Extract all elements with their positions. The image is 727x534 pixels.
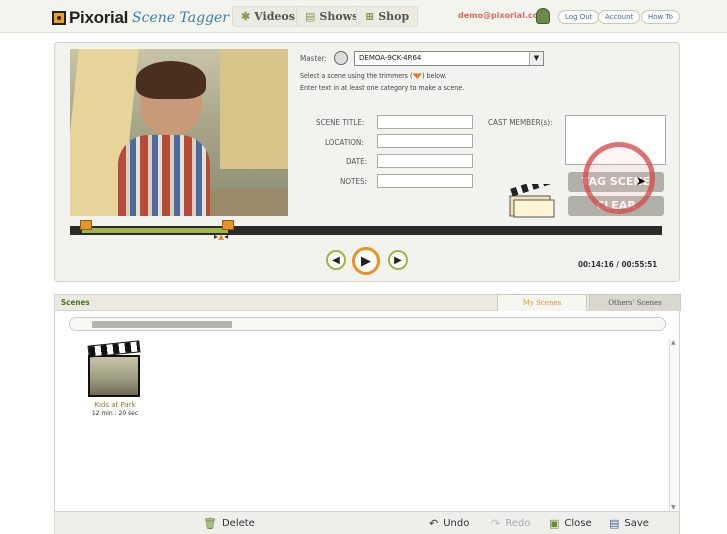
brand-name: Pixorial xyxy=(69,8,129,27)
scenes-title: Scenes xyxy=(61,298,90,307)
date-label: DATE: xyxy=(346,157,368,166)
scrollbar-thumb[interactable] xyxy=(92,321,232,328)
tab-others-scenes[interactable]: Others' Scenes xyxy=(589,294,681,311)
pixorial-logo[interactable]: Pixorial Scene Tagger xyxy=(52,8,229,28)
scene-title-field[interactable] xyxy=(377,115,473,129)
instruction-text: Select a scene using the trimmers (◥◤) b… xyxy=(300,72,447,80)
mouse-cursor-icon: ➤ xyxy=(636,174,647,188)
save-button[interactable]: ▤ Save xyxy=(609,516,649,530)
notes-field[interactable] xyxy=(377,174,473,188)
instruction-text-2: Enter text in at least one category to m… xyxy=(300,84,465,92)
nav-tab-shop[interactable]: ⊞ Shop xyxy=(356,6,419,27)
play-icon: ▶ xyxy=(361,253,371,269)
tab-my-scenes[interactable]: My Scenes xyxy=(497,294,587,311)
scene-thumbnail[interactable] xyxy=(87,340,141,397)
cart-icon: ⊞ xyxy=(365,10,375,23)
cast-members-label: CAST MEMBER(s): xyxy=(488,118,553,127)
save-icon: ▤ xyxy=(609,516,620,530)
master-label: Master: xyxy=(300,54,327,63)
scenes-toolbar: 🗑 Delete ↶ Undo ↷ Redo ▣ Close ▤ Save xyxy=(55,511,679,534)
redo-icon: ↷ xyxy=(491,516,501,530)
undo-icon: ↶ xyxy=(429,516,439,530)
trim-start-handle[interactable] xyxy=(80,220,92,230)
close-document-icon: ▣ xyxy=(549,516,560,530)
close-button[interactable]: ▣ Close xyxy=(549,516,592,530)
scroll-down-icon[interactable]: ▼ xyxy=(671,504,676,511)
scene-name: Kids at Park xyxy=(94,401,136,409)
playhead-marker[interactable]: ▸▲◂ xyxy=(214,232,238,242)
undo-button[interactable]: ↶ Undo xyxy=(429,516,469,530)
redo-button[interactable]: ↷ Redo xyxy=(491,516,530,530)
scene-title-label: SCENE TITLE: xyxy=(316,118,365,127)
scenes-panel: Scenes My Scenes Others' Scenes Kids at … xyxy=(54,294,681,534)
product-name: Scene Tagger xyxy=(132,10,229,26)
chevron-right-icon: ▶ xyxy=(394,254,402,266)
film-strip-icon: ▤ xyxy=(305,10,316,23)
horizontal-scrollbar[interactable] xyxy=(69,317,666,331)
play-button[interactable]: ▶ xyxy=(352,247,380,275)
timecode-display: 00:14:16 / 00:55:51 xyxy=(578,260,658,269)
chevron-left-icon: ◀ xyxy=(332,254,340,266)
trimmer-flag-icon: ◥◤ xyxy=(412,72,423,80)
nav-tab-videos[interactable]: ✱ Videos xyxy=(232,6,304,27)
film-reel-icon xyxy=(334,51,348,65)
top-header-bar: Pixorial Scene Tagger ✱ Videos ▤ Shows ⊞… xyxy=(0,0,727,33)
howto-button[interactable]: How To xyxy=(641,10,680,24)
next-button[interactable]: ▶ xyxy=(388,250,408,270)
scroll-up-icon[interactable]: ▲ xyxy=(671,339,676,346)
vertical-scrollbar[interactable]: ▲ ▼ xyxy=(669,339,679,511)
film-reel-icon: ✱ xyxy=(241,10,251,23)
video-player[interactable] xyxy=(70,49,288,216)
delete-button[interactable]: 🗑 Delete xyxy=(203,516,255,530)
logo-mark-icon xyxy=(52,11,66,25)
notes-label: NOTES: xyxy=(340,177,367,186)
scenes-header: Scenes My Scenes Others' Scenes xyxy=(55,294,681,311)
scene-duration: 12 min : 20 sec xyxy=(91,410,139,417)
account-button[interactable]: Account xyxy=(598,10,641,24)
previous-button[interactable]: ◀ xyxy=(326,250,346,270)
master-select-value: DEMOA-9CK-4R64 xyxy=(359,54,422,62)
clapperboard-icon xyxy=(509,184,555,218)
chevron-down-icon[interactable]: ▼ xyxy=(529,52,543,65)
trim-end-handle[interactable] xyxy=(222,220,234,230)
nav-tab-label: Shows xyxy=(319,10,359,23)
date-field[interactable] xyxy=(377,154,473,168)
trash-icon: 🗑 xyxy=(203,516,217,530)
avatar[interactable] xyxy=(536,8,550,24)
user-email[interactable]: demo@pixorial.com xyxy=(458,11,547,20)
timeline-selected-range xyxy=(82,228,228,233)
location-label: LOCATION: xyxy=(325,138,364,147)
logout-button[interactable]: Log Out xyxy=(558,10,600,24)
master-select[interactable]: DEMOA-9CK-4R64 ▼ xyxy=(354,51,544,66)
nav-tab-label: Videos xyxy=(254,10,295,23)
nav-tab-label: Shop xyxy=(378,10,410,23)
location-field[interactable] xyxy=(377,134,473,148)
